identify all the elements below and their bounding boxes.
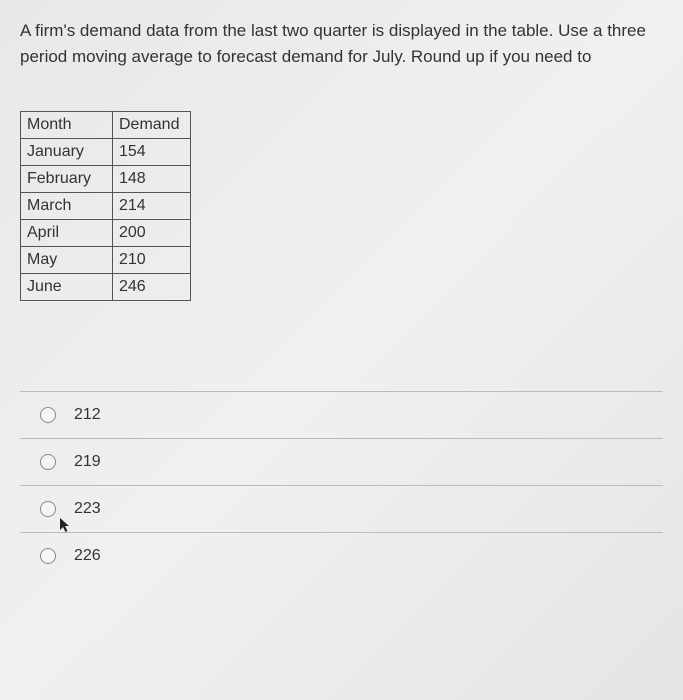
question-text: A firm's demand data from the last two q…	[20, 18, 663, 71]
cell-demand: 210	[113, 246, 191, 273]
cell-demand: 200	[113, 219, 191, 246]
cell-month: January	[21, 138, 113, 165]
option-223[interactable]: 223	[20, 486, 663, 533]
option-212[interactable]: 212	[20, 391, 663, 439]
cell-month: March	[21, 192, 113, 219]
radio-icon	[40, 454, 56, 470]
cell-month: April	[21, 219, 113, 246]
cell-month: May	[21, 246, 113, 273]
table-row: March 214	[21, 192, 191, 219]
option-label: 226	[74, 547, 101, 565]
radio-icon	[40, 501, 56, 517]
cell-demand: 154	[113, 138, 191, 165]
table-row: April 200	[21, 219, 191, 246]
header-month: Month	[21, 111, 113, 138]
table-row: January 154	[21, 138, 191, 165]
table-row: June 246	[21, 273, 191, 300]
table-row: May 210	[21, 246, 191, 273]
option-label: 212	[74, 406, 101, 424]
option-226[interactable]: 226	[20, 533, 663, 579]
cell-demand: 148	[113, 165, 191, 192]
option-label: 223	[74, 500, 101, 518]
radio-icon	[40, 407, 56, 423]
answer-options: 212 219 223 226	[20, 391, 663, 579]
option-label: 219	[74, 453, 101, 471]
table-header-row: Month Demand	[21, 111, 191, 138]
cell-demand: 246	[113, 273, 191, 300]
demand-table: Month Demand January 154 February 148 Ma…	[20, 111, 191, 301]
cell-demand: 214	[113, 192, 191, 219]
header-demand: Demand	[113, 111, 191, 138]
cell-month: February	[21, 165, 113, 192]
cell-month: June	[21, 273, 113, 300]
table-row: February 148	[21, 165, 191, 192]
option-219[interactable]: 219	[20, 439, 663, 486]
radio-icon	[40, 548, 56, 564]
